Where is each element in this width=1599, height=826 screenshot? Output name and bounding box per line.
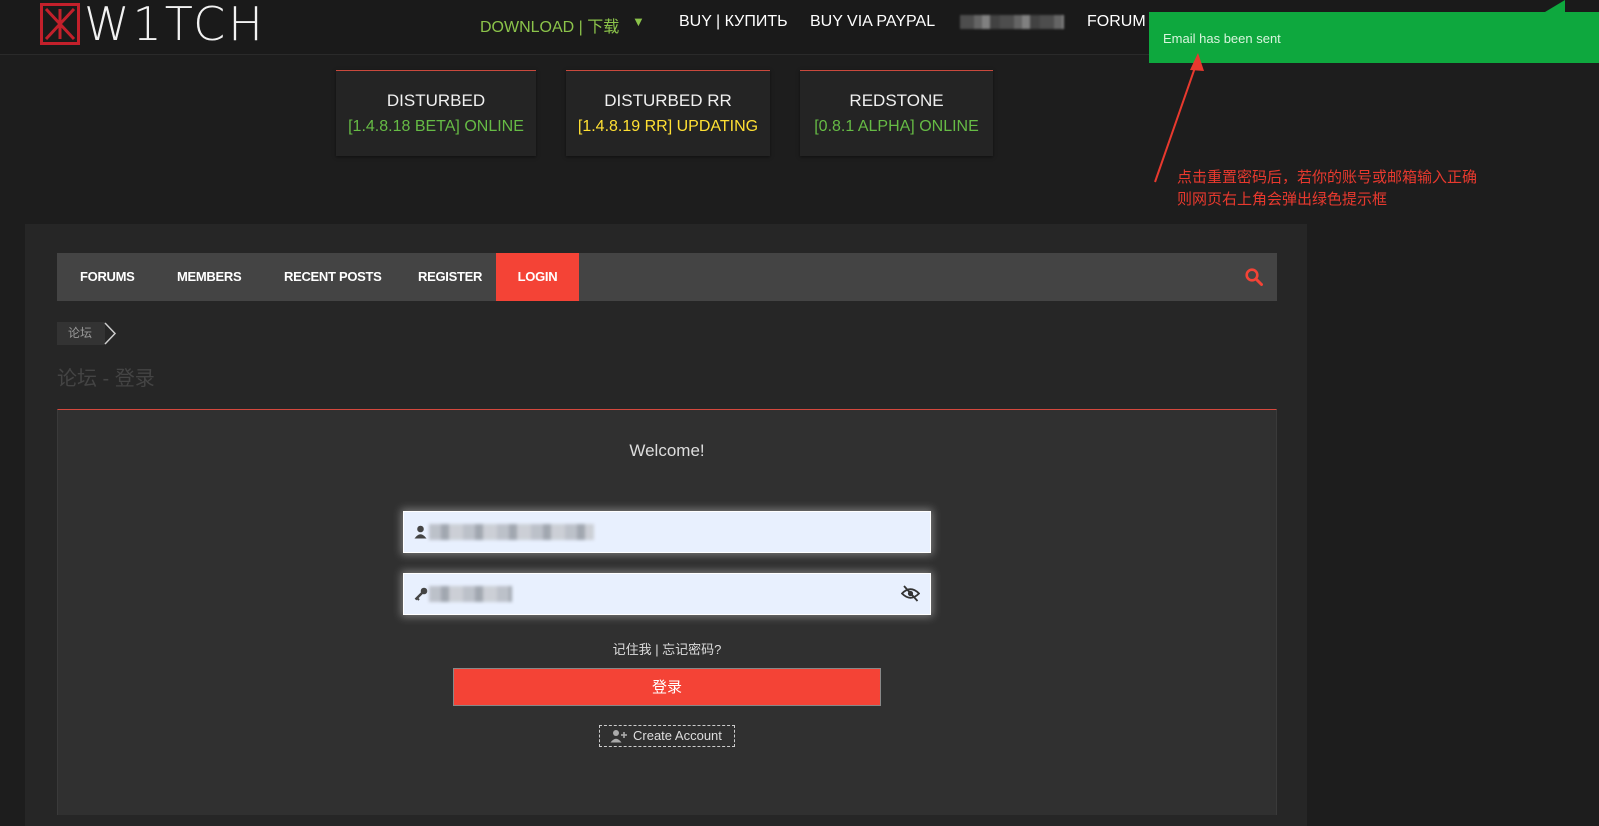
server-status: [1.4.8.19 RR] UPDATING [577,118,759,135]
blurred-nav-item[interactable] [960,15,1064,29]
server-card-disturbed-rr: DISTURBED RR [1.4.8.19 RR] UPDATING [566,70,770,156]
download-link[interactable]: DOWNLOAD | 下载 [480,13,619,37]
nav-register[interactable]: REGISTER [418,253,482,301]
toast-message: Email has been sent [1163,31,1281,46]
server-status: [0.8.1 ALPHA] ONLINE [814,118,979,135]
server-name: DISTURBED [386,91,486,110]
create-account-button[interactable]: Create Account [599,725,735,747]
add-user-icon [610,730,627,743]
nav-forums[interactable]: FORUMS [80,253,135,301]
breadcrumb-chevron-icon [104,322,117,345]
forum-link[interactable]: FORUM | [1087,13,1154,31]
annotation-arrow-icon [1154,53,1204,183]
chevron-down-icon[interactable]: ▼ [632,14,645,29]
login-submit-button[interactable]: 登录 [453,668,881,706]
nav-recent-posts[interactable]: RECENT POSTS [284,253,382,301]
remember-forgot-links[interactable]: 记住我 | 忘记密码? [58,639,1276,658]
server-card-redstone: REDSTONE [0.8.1 ALPHA] ONLINE [800,70,993,156]
user-icon [414,525,427,539]
search-icon[interactable] [1245,268,1263,286]
password-value [429,586,512,602]
password-field[interactable] [403,573,931,615]
eye-slash-icon[interactable] [901,585,920,602]
username-field[interactable] [403,511,931,553]
page-title: 论坛 - 登录 [57,368,155,390]
logo-emblem-icon [40,3,80,45]
breadcrumb[interactable]: 论坛 [57,322,105,345]
server-card-disturbed: DISTURBED [1.4.8.18 BETA] ONLINE [336,70,536,156]
forum-navbar: FORUMS MEMBERS RECENT POSTS REGISTER LOG… [57,253,1277,301]
server-status: [1.4.8.18 BETA] ONLINE [348,118,524,135]
annotation-text: 点击重置密码后，若你的账号或邮箱输入正确 则网页右上角会弹出绿色提示框 [1177,167,1477,211]
server-name: DISTURBED RR [604,91,732,110]
breadcrumb-item[interactable]: 论坛 [68,326,92,340]
server-name: REDSTONE [849,91,944,110]
annotation-line-2: 则网页右上角会弹出绿色提示框 [1177,191,1388,208]
buy-link[interactable]: BUY | КУПИТЬ [679,13,788,31]
logo-text: W1TCH [84,0,266,51]
nav-login[interactable]: LOGIN [496,253,579,301]
create-account-label: Create Account [633,728,722,743]
welcome-heading: Welcome! [629,441,705,460]
buy-paypal-link[interactable]: BUY VIA PAYPAL [810,13,935,31]
email-sent-toast[interactable]: Email has been sent [1149,12,1599,63]
nav-members[interactable]: MEMBERS [177,253,242,301]
username-value [429,524,594,540]
key-icon [414,587,428,601]
annotation-line-1: 点击重置密码后，若你的账号或邮箱输入正确 [1177,169,1478,186]
login-form: Welcome! 记住我 | 忘记密码? 登录 Create Account [57,409,1277,815]
site-logo[interactable]: W1TCH [40,0,266,51]
